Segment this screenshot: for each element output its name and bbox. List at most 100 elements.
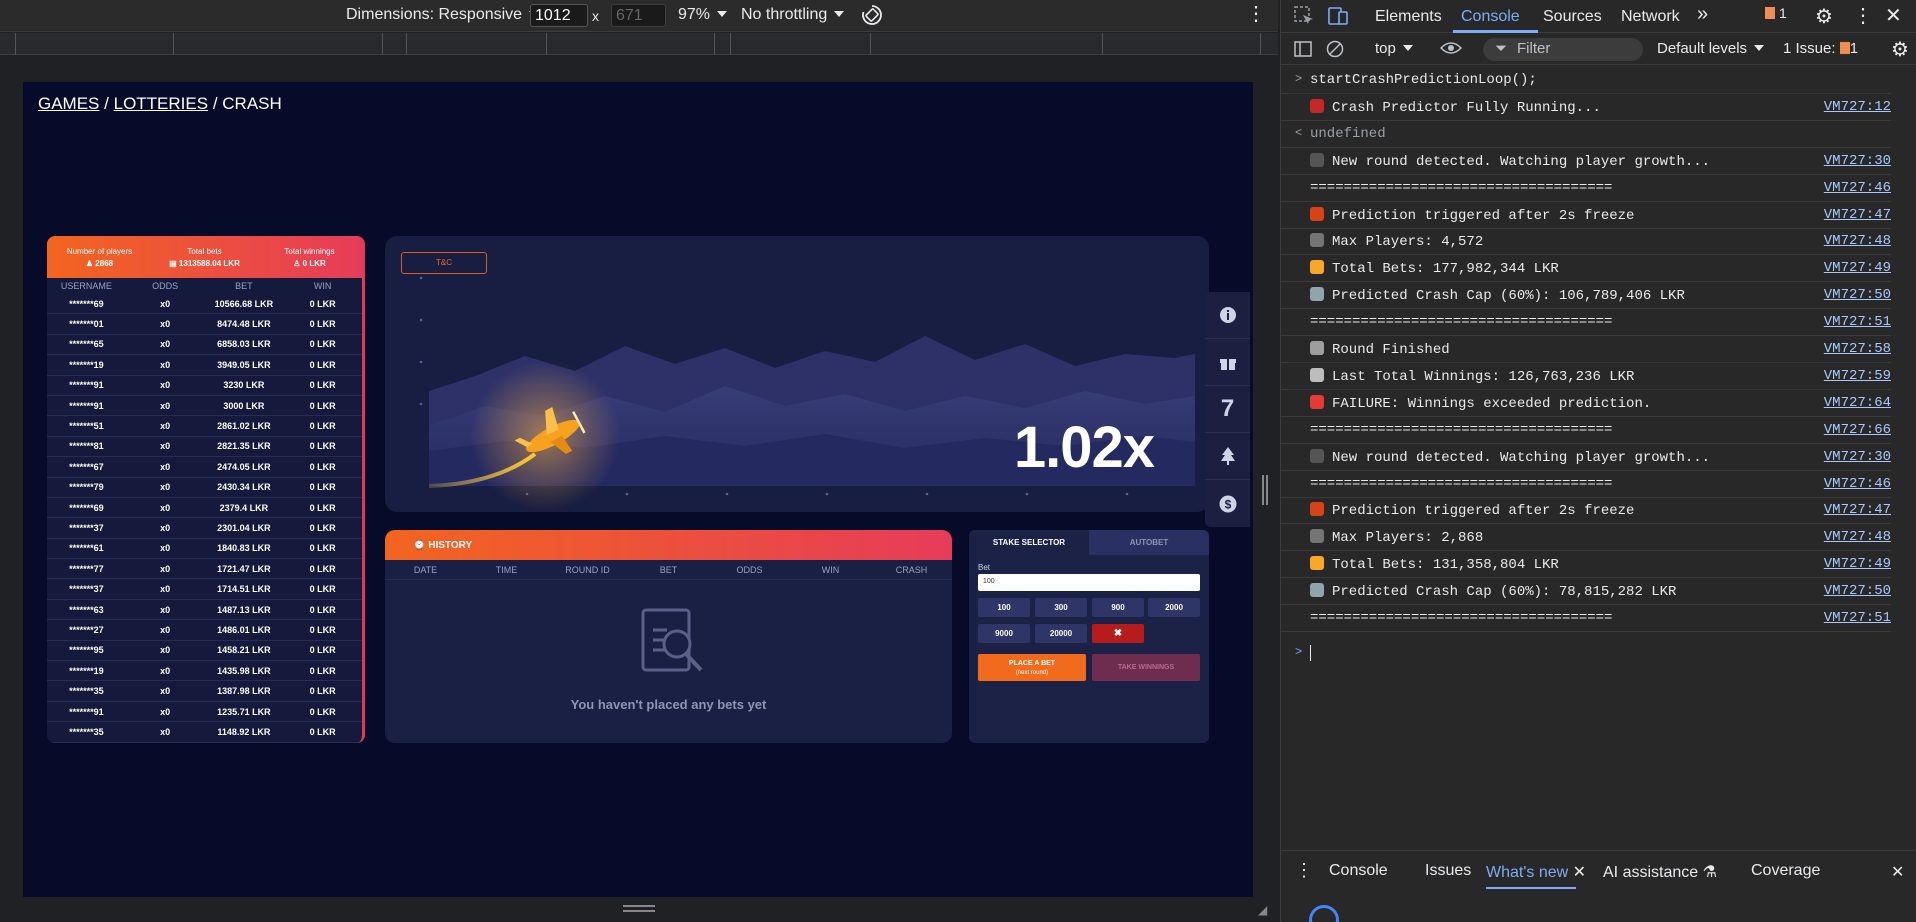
inspect-element-icon[interactable] [1293,5,1315,32]
tab-elements[interactable]: Elements [1375,8,1442,26]
console-source-link[interactable]: VM727:50 [1824,287,1891,303]
bet-input[interactable]: 100 [978,574,1200,591]
cell-username: *******69 [69,502,104,513]
table-row: *******81 x0 2821.35 LKR 0 LKR [47,437,362,458]
more-tabs-icon[interactable]: » [1697,3,1708,26]
console-source-link[interactable]: VM727:48 [1824,529,1891,545]
height-input[interactable]: 671 [611,4,666,27]
console-line: Prediction triggered after 2s freeze VM72… [1281,498,1891,525]
console-source-link[interactable]: VM727:66 [1824,422,1891,438]
throttling-dropdown[interactable]: No throttling [741,6,844,24]
resize-handle-icon[interactable] [623,905,655,907]
console-source-link[interactable]: VM727:49 [1824,556,1891,572]
clear-console-icon[interactable] [1325,39,1345,63]
cell-bet: 1235.71 LKR [217,706,271,717]
console-source-link[interactable]: VM727:64 [1824,395,1891,411]
console-source-link[interactable]: VM727:47 [1824,207,1891,223]
more-options-icon[interactable]: ⋮ [1853,3,1873,28]
tab-sources[interactable]: Sources [1543,8,1602,26]
breadcrumb-lotteries[interactable]: LOTTERIES [114,94,208,113]
seven-icon[interactable]: 7 [1205,386,1250,433]
dollar-icon[interactable]: $ [1205,480,1250,527]
console-source-link[interactable]: VM727:51 [1824,314,1891,330]
breadcrumb-games[interactable]: GAMES [38,94,99,113]
console-source-link[interactable]: VM727:30 [1824,153,1891,169]
column-win: WIN [821,564,840,575]
console-settings-icon[interactable]: ⚙ [1891,37,1909,62]
drawer-tab-ai-assistance[interactable]: AI assistance ⚗ [1603,862,1717,882]
tab-autobet[interactable]: AUTOBET [1089,530,1209,555]
devtools-panel: Elements Console Sources Network » 1 ⚙ ⋮… [1280,0,1916,922]
cell-odds: x0 [160,706,171,717]
tc-button[interactable]: T&C [401,252,487,274]
tab-stake-selector[interactable]: STAKE SELECTOR [969,530,1089,555]
console-source-link[interactable]: VM727:49 [1824,260,1891,276]
console-source-link[interactable]: VM727:51 [1824,610,1891,626]
console-source-link[interactable]: VM727:58 [1824,341,1891,357]
history-icon: ⌚ [413,540,429,551]
cell-bet: 2430.34 LKR [217,482,271,493]
console-source-link[interactable]: VM727:12 [1824,99,1891,115]
take-winnings-button[interactable]: TAKE WINNINGS [1092,654,1200,681]
cell-odds: x0 [160,522,171,533]
device-toolbar-icon[interactable] [1327,5,1349,32]
place-bet-button[interactable]: PLACE A BET (next round) [978,654,1086,681]
chip-100[interactable]: 100 [978,598,1030,617]
side-resize-handle-icon[interactable] [1262,475,1264,505]
settings-icon[interactable]: ⚙ [1815,4,1833,29]
console-source-link[interactable]: VM727:30 [1824,449,1891,465]
cell-bet: 2861.02 LKR [217,421,271,432]
chip-900[interactable]: 900 [1092,598,1144,617]
breadcrumb-separator: / [212,94,218,113]
zoom-dropdown[interactable]: 97% [678,6,727,24]
filter-placeholder: Filter [1517,40,1551,57]
svg-text:$: $ [1224,497,1231,511]
console-source-link[interactable]: VM727:59 [1824,368,1891,384]
console-source-link[interactable]: VM727:46 [1824,476,1891,492]
console-source-link[interactable]: VM727:50 [1824,583,1891,599]
filter-input[interactable]: ⏷ Filter [1483,38,1643,61]
info-icon[interactable] [1205,292,1250,339]
dimensions-dropdown[interactable]: Dimensions: Responsive [346,6,539,24]
chip-2000[interactable]: 2000 [1148,598,1200,617]
drawer-tab-console[interactable]: Console [1329,862,1388,880]
tab-network[interactable]: Network [1621,8,1680,26]
sidebar-toggle-icon[interactable] [1293,39,1313,63]
close-tab-icon[interactable]: ✕ [1573,864,1586,881]
close-drawer-icon[interactable]: ✕ [1891,862,1904,882]
drawer-menu-icon[interactable]: ⋮ [1295,860,1313,881]
issues-badge[interactable]: 1 [1765,5,1787,21]
width-input[interactable]: 1012 [530,4,588,27]
chip-300[interactable]: 300 [1035,598,1087,617]
bet-label: Bet [978,563,991,572]
chip-9000[interactable]: 9000 [978,624,1030,643]
gift-icon[interactable] [1205,339,1250,386]
issues-counter[interactable]: 1 Issue: 1 [1783,40,1858,57]
more-options-icon[interactable]: ⋮ [1246,4,1266,24]
console-message-text: Prediction triggered after 2s freeze [1332,207,1635,224]
table-row: *******65 x0 6858.03 LKR 0 LKR [47,335,362,356]
console-input[interactable]: > [1281,641,1891,667]
empty-document-search-icon [641,608,703,672]
console-source-link[interactable]: VM727:46 [1824,180,1891,196]
context-dropdown[interactable]: top [1375,40,1413,57]
console-source-link[interactable]: VM727:48 [1824,233,1891,249]
close-icon[interactable]: ✕ [1885,3,1902,28]
drawer-tab-whats-new[interactable]: What's new ✕ [1486,862,1586,882]
tab-console[interactable]: Console [1461,8,1520,26]
rotate-icon[interactable] [860,3,884,32]
cell-win: 0 LKR [309,339,336,350]
drawer-tab-coverage[interactable]: Coverage [1751,862,1820,880]
cell-odds: x0 [160,421,171,432]
console-source-link[interactable]: VM727:47 [1824,502,1891,518]
tree-icon[interactable] [1205,433,1250,480]
chip-20000[interactable]: 20000 [1035,624,1087,643]
breadcrumb-crash: CRASH [222,94,282,113]
eye-icon[interactable] [1439,38,1463,62]
clear-bet-button[interactable]: ✖ [1092,624,1144,643]
drawer-tab-label: What's new [1486,864,1569,881]
drawer-tab-issues[interactable]: Issues [1425,862,1471,880]
column-win: WIN [313,281,332,291]
log-levels-dropdown[interactable]: Default levels [1657,40,1764,57]
corner-resize-icon[interactable]: ◢ [1258,903,1267,917]
